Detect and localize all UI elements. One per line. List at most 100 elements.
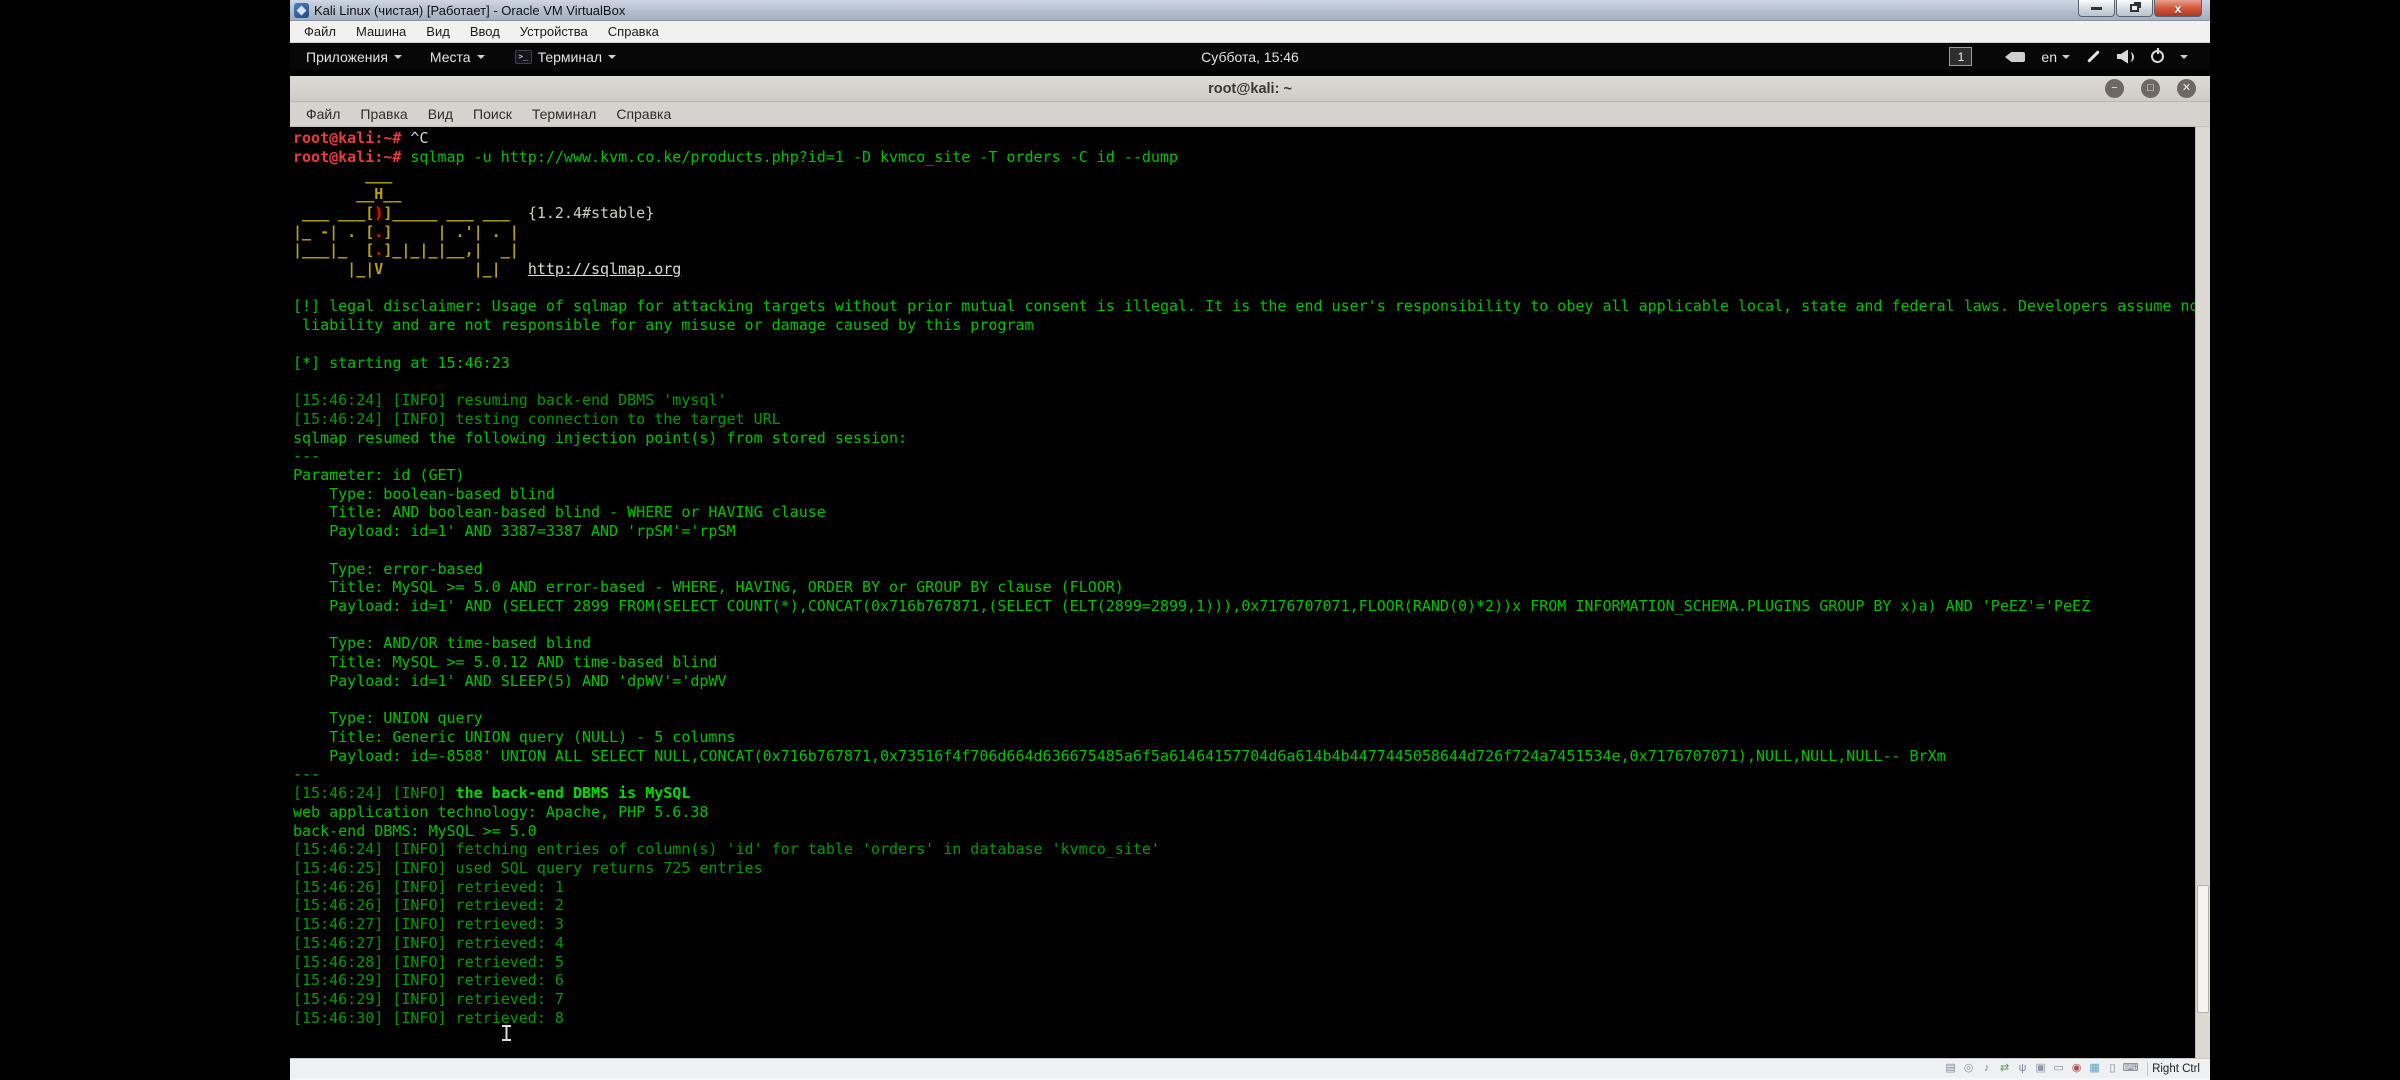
chevron-down-icon: [477, 55, 485, 59]
terminal-maximize-button[interactable]: □: [2141, 79, 2160, 98]
host-key-label: Right Ctrl: [2147, 1062, 2204, 1076]
virtualbox-titlebar[interactable]: Kali Linux (чистая) [Работает] - Oracle …: [290, 0, 2210, 21]
panel-right: 1 en: [1949, 43, 2188, 70]
mouse-icon[interactable]: ▯: [2105, 1061, 2120, 1076]
virtualbox-window: Kali Linux (чистая) [Работает] - Oracle …: [290, 0, 2210, 1080]
terminal-line: [15:46:27] [INFO] retrieved: 3: [293, 915, 2210, 934]
terminal-line: [15:46:24] [INFO] fetching entries of co…: [293, 840, 2210, 859]
terminal-line: [15:46:24] [INFO] the back-end DBMS is M…: [293, 784, 2210, 803]
pen-icon[interactable]: [2087, 50, 2100, 63]
terminal-line: Type: AND/OR time-based blind: [293, 634, 2210, 653]
terminal-line: [!] legal disclaimer: Usage of sqlmap fo…: [293, 297, 2210, 316]
terminal-line: Type: UNION query: [293, 709, 2210, 728]
terminal-menu-справка[interactable]: Справка: [606, 104, 681, 124]
vbox-menu-вид[interactable]: Вид: [416, 22, 460, 41]
vbox-menu-файл[interactable]: Файл: [294, 22, 346, 41]
terminal-line: __H__: [293, 185, 2210, 204]
terminal-line: Payload: id=-8588' UNION ALL SELECT NULL…: [293, 747, 2210, 766]
terminal-menu-вид[interactable]: Вид: [418, 104, 463, 124]
terminal-line: sqlmap resumed the following injection p…: [293, 429, 2210, 448]
terminal-icon: >_: [515, 50, 532, 64]
terminal-line: back-end DBMS: MySQL >= 5.0: [293, 822, 2210, 841]
terminal-line: [293, 335, 2210, 354]
restore-icon: [2130, 4, 2139, 12]
features-icon[interactable]: ▦: [2087, 1061, 2102, 1076]
terminal-line: [293, 279, 2210, 298]
workspace-indicator[interactable]: 1: [1949, 47, 1972, 66]
close-icon: x: [2174, 1, 2181, 16]
terminal-titlebar[interactable]: root@kali: ~ − □ ✕: [290, 76, 2210, 102]
terminal-menu-поиск[interactable]: Поиск: [463, 104, 522, 124]
terminal-line: [15:46:25] [INFO] used SQL query returns…: [293, 859, 2210, 878]
terminal-line: ---: [293, 765, 2210, 784]
keyboard-layout-switcher[interactable]: en: [2041, 49, 2070, 65]
chevron-down-icon: [394, 55, 402, 59]
terminal-line: root@kali:~# ^C: [293, 129, 2210, 148]
shared-folder-icon[interactable]: ▣: [2033, 1061, 2048, 1076]
network-icon[interactable]: ⇄: [1997, 1061, 2012, 1076]
terminal-menu-файл[interactable]: Файл: [296, 104, 350, 124]
clock[interactable]: Суббота, 15:46: [1201, 49, 1299, 65]
system-menu-chevron-icon[interactable]: [2180, 55, 2188, 59]
terminal-window-controls: − □ ✕: [2105, 79, 2210, 98]
volume-icon[interactable]: [2117, 50, 2135, 64]
minimize-button[interactable]: [2078, 0, 2115, 17]
recording-icon[interactable]: ◉: [2069, 1061, 2084, 1076]
terminal-line: |___|_ [.]_|_|_|__,| _|: [293, 241, 2210, 260]
terminal-line: [293, 616, 2210, 635]
scrollbar-thumb[interactable]: [2197, 885, 2209, 1013]
terminal-line: Type: error-based: [293, 560, 2210, 579]
close-button[interactable]: x: [2154, 0, 2202, 17]
applications-menu[interactable]: Приложения: [306, 49, 402, 65]
terminal-line: [15:46:29] [INFO] retrieved: 6: [293, 971, 2210, 990]
terminal-menubar: ФайлПравкаВидПоискТерминалСправка: [290, 102, 2210, 127]
window-title: Kali Linux (чистая) [Работает] - Oracle …: [314, 3, 625, 18]
terminal-line: Type: boolean-based blind: [293, 485, 2210, 504]
terminal-menu-терминал[interactable]: Терминал: [522, 104, 606, 124]
terminal-content[interactable]: root@kali:~# ^Croot@kali:~# sqlmap -u ht…: [290, 127, 2210, 1058]
restore-button[interactable]: [2116, 0, 2153, 17]
display-icon[interactable]: ▭: [2051, 1061, 2066, 1076]
terminal-line: web application technology: Apache, PHP …: [293, 803, 2210, 822]
terminal-line: liability and are not responsible for an…: [293, 316, 2210, 335]
vbox-menu-ввод[interactable]: Ввод: [460, 22, 510, 41]
terminal-line: |_|V |_| http://sqlmap.org: [293, 260, 2210, 279]
terminal-line: [15:46:29] [INFO] retrieved: 7: [293, 990, 2210, 1009]
terminal-line: ___: [293, 166, 2210, 185]
vbox-menu-машина[interactable]: Машина: [346, 22, 416, 41]
power-icon[interactable]: [2151, 50, 2164, 63]
virtualbox-app-icon: [294, 3, 309, 18]
vm-screen: Приложения Места >_ Терминал Суббота, 15…: [290, 43, 2210, 1058]
terminal-menu-label: Терминал: [538, 49, 602, 65]
terminal-app-menu[interactable]: >_ Терминал: [515, 49, 616, 65]
gnome-terminal-window: root@kali: ~ − □ ✕ ФайлПравкаВидПоискТер…: [290, 76, 2210, 1058]
keyboard-icon[interactable]: ⌨: [2123, 1061, 2138, 1076]
screen-recorder-icon[interactable]: [2010, 52, 2025, 62]
terminal-scrollbar[interactable]: [2195, 127, 2210, 1058]
terminal-line: root@kali:~# sqlmap -u http://www.kvm.co…: [293, 148, 2210, 167]
places-label: Места: [430, 49, 471, 65]
terminal-line: Title: MySQL >= 5.0.12 AND time-based bl…: [293, 653, 2210, 672]
window-controls: x: [2077, 0, 2210, 20]
vbox-menu-устройства[interactable]: Устройства: [510, 22, 598, 41]
terminal-line: [15:46:24] [INFO] resuming back-end DBMS…: [293, 391, 2210, 410]
terminal-minimize-button[interactable]: −: [2105, 79, 2124, 98]
places-menu[interactable]: Места: [430, 49, 485, 65]
terminal-line: [15:46:24] [INFO] testing connection to …: [293, 410, 2210, 429]
cd-icon[interactable]: ◎: [1961, 1061, 1976, 1076]
terminal-line: Parameter: id (GET): [293, 466, 2210, 485]
terminal-menu-правка[interactable]: Правка: [350, 104, 417, 124]
chevron-down-icon: [2062, 55, 2070, 59]
terminal-line: ___ ___[)]_____ ___ ___ {1.2.4#stable}: [293, 204, 2210, 223]
minimize-icon: [2091, 7, 2102, 10]
terminal-line: [*] starting at 15:46:23: [293, 354, 2210, 373]
terminal-line: Title: AND boolean-based blind - WHERE o…: [293, 503, 2210, 522]
usb-icon[interactable]: ψ: [2015, 1061, 2030, 1076]
kali-top-panel: Приложения Места >_ Терминал Суббота, 15…: [290, 43, 2210, 70]
virtualbox-statusbar: ▤◎♪⇄ψ▣▭◉▦▯⌨ Right Ctrl: [290, 1058, 2210, 1078]
hdd-icon[interactable]: ▤: [1943, 1061, 1958, 1076]
terminal-close-button[interactable]: ✕: [2177, 79, 2196, 98]
audio-icon[interactable]: ♪: [1979, 1061, 1994, 1076]
vbox-menu-справка[interactable]: Справка: [598, 22, 669, 41]
terminal-line: [15:46:30] [INFO] retrieved: 8: [293, 1009, 2210, 1028]
